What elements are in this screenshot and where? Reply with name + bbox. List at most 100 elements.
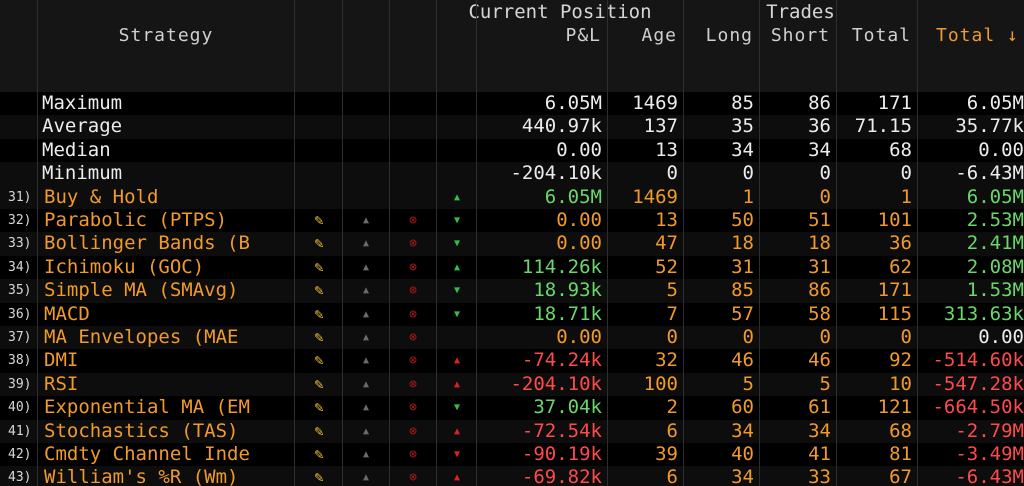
total-value: 68 [889,419,912,442]
strategy-row[interactable]: 42) Cmdty Channel Inde ✎ ▲ ⊗ ▼ -90.19k 39 40 41 81… [0,443,1024,467]
short-value: 41 [808,443,831,465]
x-circle-icon[interactable]: ⊗ [390,349,436,372]
x-circle-icon[interactable]: ⊗ [390,279,436,302]
total-value: 1 [900,185,912,208]
pencil-icon[interactable]: ✎ [296,209,342,232]
bell-icon[interactable]: ▲ [343,326,389,349]
total-value: 171 [877,279,912,302]
strategy-backtest-screen: Current Position Trades Strategy P&L Age… [0,0,1024,486]
strategy-name-link[interactable]: Cmdty Channel Inde [44,443,294,466]
total-value: 62 [889,255,912,278]
column-divider [917,0,918,486]
pencil-icon[interactable]: ✎ [296,326,342,349]
long-value: 31 [731,255,754,278]
column-header-age[interactable]: Age [608,24,683,92]
strategy-name-link[interactable]: Bollinger Bands (B [44,232,294,255]
strategy-row[interactable]: 35) Simple MA (SMAvg) ✎ ▲ ⊗ ▼ 18.93k 5 85 86 171 1.… [0,279,1024,303]
bell-icon[interactable]: ▲ [343,420,389,443]
x-circle-icon[interactable]: ⊗ [390,256,436,279]
x-circle-icon[interactable]: ⊗ [390,443,436,466]
strategy-row[interactable]: 36) MACD ✎ ▲ ⊗ ▼ 18.71k 7 57 58 115 313.63k [0,302,1024,326]
strategy-name-link[interactable]: Parabolic (PTPS) [44,209,294,232]
short-value: 34 [808,419,831,442]
x-circle-icon[interactable]: ⊗ [390,420,436,443]
strategy-row[interactable]: 40) Exponential MA (EM ✎ ▲ ⊗ ▼ 37.04k 2 60 61 121-… [0,396,1024,420]
bell-icon[interactable]: ▲ [343,373,389,396]
bell-icon[interactable]: ▲ [343,279,389,302]
strategy-name-link[interactable]: Simple MA (SMAvg) [44,279,294,302]
pencil-icon[interactable]: ✎ [296,466,342,486]
bell-icon[interactable]: ▲ [343,256,389,279]
pnl-value: 0.00 [556,232,602,255]
bell-icon[interactable]: ▲ [343,396,389,419]
strategy-name-link[interactable]: Ichimoku (GOC) [44,256,294,279]
long-value: 18 [731,232,754,255]
total-pnl-value: -514.60k [932,349,1024,372]
stats-total2-value: 35.77k [955,115,1024,138]
x-circle-icon[interactable]: ⊗ [390,232,436,255]
group-header-blank [0,0,37,24]
pencil-icon[interactable]: ✎ [296,373,342,396]
strategy-name-link[interactable]: Exponential MA (EM [44,396,294,419]
total-pnl-value: 2.53M [966,209,1024,231]
pencil-icon[interactable]: ✎ [296,443,342,466]
pencil-icon[interactable]: ✎ [296,279,342,302]
stats-long-value: 35 [731,115,754,138]
strategy-row[interactable]: 31) Buy & Hold ▲ 6.05M 1469 1 0 1 6.05M [0,185,1024,209]
strategy-name-link[interactable]: RSI [44,373,294,396]
x-circle-icon[interactable]: ⊗ [390,303,436,326]
strategy-row[interactable]: 39) RSI ✎ ▲ ⊗ ▲ -204.10k 100 5 5 10 -547.28k [0,372,1024,397]
total-value: 121 [877,396,912,419]
bell-icon[interactable]: ▲ [343,443,389,466]
strategy-row[interactable]: 33) Bollinger Bands (B ✎ ▲ ⊗ ▼ 0.00 47 18 18 36 2.4… [0,232,1024,256]
x-circle-icon[interactable]: ⊗ [390,466,436,486]
strategy-index: 43) [8,470,32,486]
strategy-name-link[interactable]: Stochastics (TAS) [44,420,294,443]
bell-icon[interactable]: ▲ [343,466,389,486]
pencil-icon[interactable]: ✎ [296,303,342,326]
stats-total2-value: 6.05M [966,92,1024,114]
strategy-name-link[interactable]: DMI [44,349,294,372]
pencil-icon[interactable]: ✎ [296,396,342,419]
strategy-row[interactable]: 43) William's %R (Wm) ✎ ▲ ⊗ ▲ -69.82k 6 34 33 67 -6… [0,466,1024,486]
strategy-name-link[interactable]: MA Envelopes (MAE [44,326,294,349]
column-header-total[interactable]: Total [837,24,917,92]
long-value: 5 [742,372,754,395]
column-header-long[interactable]: Long [684,24,759,92]
group-header-blank-strategy [38,0,436,24]
long-value: 46 [731,349,754,372]
strategy-row[interactable]: 41) Stochastics (TAS) ✎ ▲ ⊗ ▲ -72.54k 6 34 34 68 -2… [0,419,1024,443]
long-value: 40 [731,443,754,465]
pencil-icon[interactable]: ✎ [296,349,342,372]
pencil-icon[interactable]: ✎ [296,232,342,255]
x-circle-icon[interactable]: ⊗ [390,326,436,349]
strategy-index: 35) [8,283,32,299]
strategy-row[interactable]: 38) DMI ✎ ▲ ⊗ ▲ -74.24k 32 46 46 92 -514.60k [0,349,1024,373]
strategy-row[interactable]: 32) Parabolic (PTPS) ✎ ▲ ⊗ ▼ 0.00 13 50 51 101 2.53… [0,209,1024,233]
strategy-row[interactable]: 34) Ichimoku (GOC) ✎ ▲ ⊗ ▲ 114.26k 52 31 31 62 2.08… [0,255,1024,280]
bell-icon[interactable]: ▲ [343,349,389,372]
pencil-icon[interactable]: ✎ [296,256,342,279]
strategy-name-link[interactable]: Buy & Hold [44,186,294,209]
strategy-name-link[interactable]: William's %R (Wm) [44,466,294,486]
column-header-short[interactable]: Short [760,24,836,92]
x-circle-icon[interactable]: ⊗ [390,209,436,232]
strategy-name-link[interactable]: MACD [44,303,294,326]
column-header-total-sorted[interactable]: Total ↓ [918,24,1024,92]
column-header-pnl[interactable]: P&L [477,24,607,92]
strategy-row[interactable]: 37) MA Envelopes (MAE ✎ ▲ ⊗ 0.00 0 0 0 0 0.00 [0,326,1024,350]
bell-icon[interactable]: ▲ [343,303,389,326]
column-divider [389,0,390,486]
age-value: 13 [655,209,678,231]
bell-icon[interactable]: ▲ [343,232,389,255]
column-header-strategy[interactable]: Strategy [38,24,294,92]
bell-icon[interactable]: ▲ [343,209,389,232]
pencil-icon[interactable]: ✎ [296,420,342,443]
x-circle-icon[interactable]: ⊗ [390,396,436,419]
x-circle-icon[interactable]: ⊗ [390,373,436,396]
strategy-index: 34) [8,259,32,275]
total-value: 101 [877,209,912,231]
stats-row-maximum: Maximum 6.05M 1469 85 86 171 6.05M [0,92,1024,116]
strategy-index: 37) [8,330,32,345]
short-value: 5 [819,372,831,395]
